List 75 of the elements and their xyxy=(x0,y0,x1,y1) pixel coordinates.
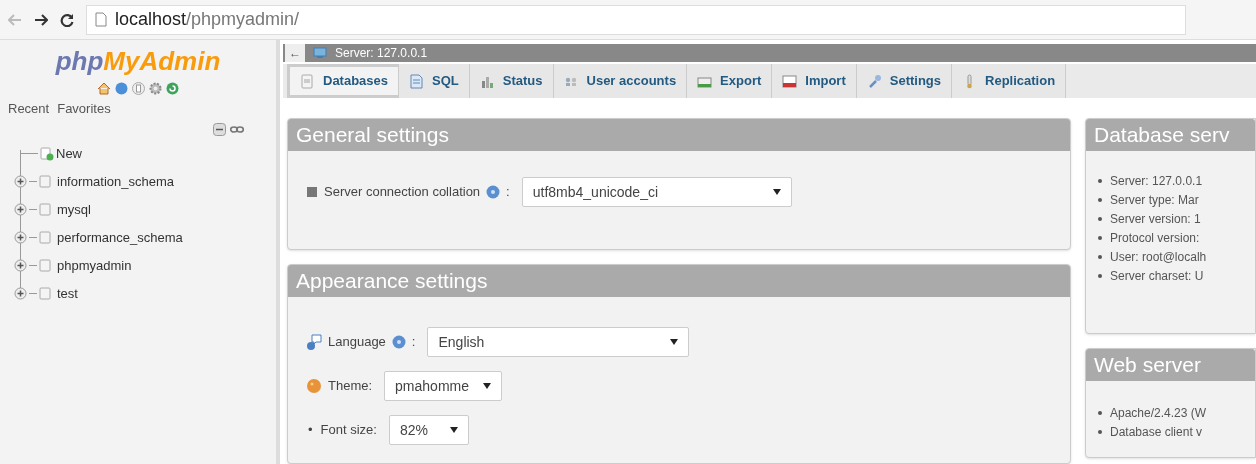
bullet-icon xyxy=(1098,273,1102,278)
bullet-icon xyxy=(1098,429,1102,434)
expand-icon[interactable] xyxy=(14,231,27,244)
forward-icon[interactable] xyxy=(34,13,48,26)
caret-icon xyxy=(772,189,781,195)
select-field[interactable]: utf8mb4_unicode_ci xyxy=(521,177,792,207)
info-item: User: root@localh xyxy=(1110,248,1207,266)
settings-icon[interactable] xyxy=(149,82,162,95)
palette-icon xyxy=(306,378,322,394)
logo[interactable]: phpMyAdmin xyxy=(0,40,276,74)
info-item: Apache/2.4.23 (W xyxy=(1110,404,1207,422)
tree-item[interactable]: New xyxy=(56,143,82,164)
colon: : xyxy=(506,183,510,202)
bullet-icon xyxy=(1098,410,1102,415)
panel-header: General settings xyxy=(288,119,1070,151)
bullet-icon xyxy=(1098,178,1102,183)
expand-icon[interactable] xyxy=(14,175,27,188)
tree-item[interactable]: phpmyadmin xyxy=(57,255,132,276)
back-icon[interactable] xyxy=(8,13,22,26)
colon: : xyxy=(411,333,416,352)
database-icon[interactable] xyxy=(39,231,51,244)
caret-icon xyxy=(449,427,458,433)
sidebar-link[interactable]: Recent xyxy=(8,99,50,119)
bullet: • xyxy=(307,421,314,440)
caret-icon xyxy=(670,339,679,345)
language-icon xyxy=(306,333,322,351)
select-field[interactable]: English xyxy=(427,327,690,357)
panel-header: Database serv xyxy=(1086,119,1255,151)
bullet-icon xyxy=(1098,235,1102,240)
info-item: Server version: 1 xyxy=(1110,210,1201,228)
info-item: Database client v xyxy=(1110,423,1203,441)
page-icon xyxy=(95,12,107,27)
caret-icon xyxy=(483,383,492,389)
info-item: Server: 127.0.0.1 xyxy=(1110,172,1203,190)
panel-header: Web server xyxy=(1086,349,1255,381)
bullet-icon xyxy=(1098,216,1102,221)
expand-icon[interactable] xyxy=(14,259,27,272)
expand-icon[interactable] xyxy=(14,203,27,216)
url-text: localhost/phpmyadmin/ xyxy=(115,8,300,31)
expand-icon[interactable] xyxy=(14,287,27,300)
nav-tab[interactable]: Databases xyxy=(287,64,400,98)
info-item: Server type: Mar xyxy=(1110,191,1199,209)
panel-header: Appearance settings xyxy=(288,265,1070,297)
tree-item[interactable]: information_schema xyxy=(57,171,175,192)
info-item: Server charset: U xyxy=(1110,267,1204,285)
setting-label: Font size: xyxy=(320,421,377,440)
sidebar-link[interactable]: Favorites xyxy=(57,99,111,119)
setting-label: Theme: xyxy=(328,377,373,396)
select-field[interactable]: 82% xyxy=(388,415,469,445)
address-bar[interactable]: localhost/phpmyadmin/ xyxy=(86,4,1186,35)
setting-label: Server connection collation xyxy=(324,183,481,202)
database-icon[interactable] xyxy=(39,287,51,300)
new-database-icon[interactable] xyxy=(40,146,54,161)
database-icon[interactable] xyxy=(39,175,51,188)
database-icon[interactable] xyxy=(39,203,51,216)
square-icon xyxy=(306,186,318,198)
database-icon[interactable] xyxy=(39,259,51,272)
document-icon xyxy=(409,73,425,89)
collapse-button[interactable]: ← xyxy=(285,44,305,62)
tree-item[interactable]: test xyxy=(57,283,78,304)
bullet-icon xyxy=(1098,197,1102,202)
server-label[interactable]: Server: 127.0.0.1 xyxy=(335,44,428,62)
document-icon[interactable] xyxy=(132,82,145,95)
database-icon xyxy=(300,73,315,89)
server-icon xyxy=(313,47,327,59)
setting-label: Language xyxy=(328,333,386,352)
home-icon[interactable] xyxy=(97,82,111,95)
tree-item[interactable]: mysql xyxy=(57,199,91,220)
import-icon xyxy=(782,73,798,89)
collapse-all-icon[interactable] xyxy=(213,122,226,136)
bullet-icon xyxy=(1098,254,1102,259)
info-item: Protocol version: xyxy=(1110,229,1200,247)
tree-item[interactable]: performance_schema xyxy=(57,227,183,248)
select-field[interactable]: pmahomme xyxy=(384,371,503,401)
reload-icon[interactable] xyxy=(60,12,74,27)
